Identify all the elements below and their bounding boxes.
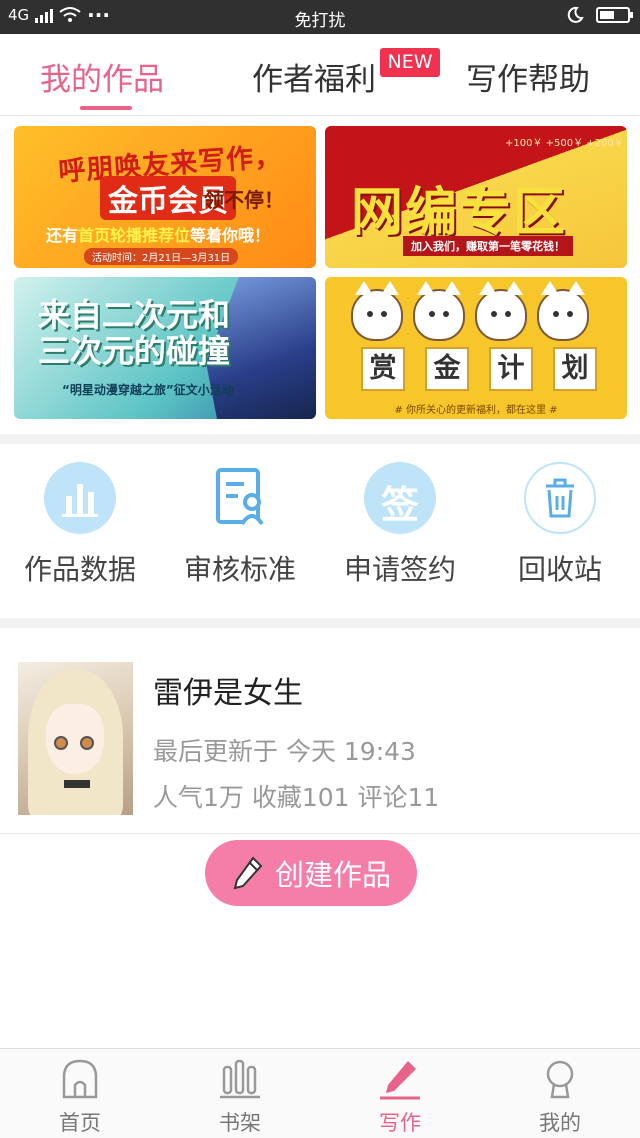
create-work-button[interactable]: 创建作品	[205, 840, 417, 906]
moon-icon	[567, 6, 584, 23]
bounty-char: 金	[425, 347, 469, 391]
action-recycle-bin[interactable]: 回收站	[480, 462, 640, 592]
bounty-char: 赏	[361, 347, 405, 391]
trash-icon	[524, 462, 596, 534]
book-stats: 人气1万 收藏101 评论11	[153, 783, 440, 812]
nav-bookshelf[interactable]: 书架	[160, 1057, 320, 1137]
nav-label: 写作	[379, 1111, 421, 1135]
pencil-icon	[233, 856, 263, 890]
book-title: 雷伊是女生	[153, 676, 303, 711]
banner-bounty-plan[interactable]: 赏 金 计 划 # 你所关心的更新福利，都在这里 #	[325, 277, 627, 419]
action-apply-contract[interactable]: 签 申请签约	[320, 462, 480, 592]
banner-subtitle: “明星动漫穿越之旅”征文小活动	[62, 383, 234, 397]
banner-subtitle: 加入我们，赚取第一笔零花钱！	[403, 236, 573, 256]
profile-icon	[538, 1057, 582, 1101]
banner-text-pre: 还有	[46, 226, 79, 245]
sign-icon-glyph: 签	[380, 483, 419, 527]
banner-dimension-collision[interactable]: 来自二次元和 三次元的碰撞 “明星动漫穿越之旅”征文小活动	[14, 277, 316, 419]
action-works-data[interactable]: 作品数据	[0, 462, 160, 592]
section-divider	[0, 618, 640, 628]
cat-icon	[413, 281, 465, 341]
tab-author-benefits[interactable]: 作者福利	[252, 54, 376, 99]
status-right	[566, 6, 633, 24]
create-work-label: 创建作品	[274, 858, 391, 892]
cats-illustration	[351, 281, 589, 341]
dnd-text: 免打扰	[294, 11, 346, 31]
nav-home[interactable]: 首页	[0, 1057, 160, 1137]
bounty-title: 赏 金 计 划	[361, 347, 597, 391]
banner-text-post: 等着你哦！	[190, 226, 271, 245]
banner-invite-friends[interactable]: 呼朋唤友来写作， 金币会员 领不停！ 还有首页轮播推荐位等着你哦！ 活动时间：2…	[14, 126, 316, 268]
document-icon	[204, 462, 276, 534]
section-divider	[0, 434, 640, 444]
nav-profile[interactable]: 我的	[480, 1057, 640, 1137]
banner-title: 来自二次元和 三次元的碰撞	[38, 297, 230, 369]
active-tab-indicator	[80, 106, 132, 110]
banner-text: 领不停！	[204, 188, 284, 212]
cat-icon	[475, 281, 527, 341]
cat-icon	[351, 281, 403, 341]
battery-icon	[596, 7, 633, 23]
tab-my-works[interactable]: 我的作品	[40, 54, 164, 99]
top-tabs: 我的作品 作者福利 NEW 写作帮助	[0, 34, 640, 116]
action-label: 审核标准	[183, 553, 296, 586]
banner-text: 还有首页轮播推荐位等着你哦！	[46, 222, 270, 246]
book-updated: 最后更新于 今天 19:43	[153, 737, 416, 766]
action-label: 作品数据	[23, 553, 136, 586]
nav-label: 首页	[59, 1111, 101, 1135]
pen-icon	[378, 1057, 422, 1101]
book-cover-image	[18, 662, 133, 815]
nav-label: 我的	[539, 1111, 581, 1135]
book-item[interactable]: 雷伊是女生 最后更新于 今天 19:43 人气1万 收藏101 评论11	[0, 648, 640, 834]
banner-title: 网编专区	[351, 183, 568, 243]
cat-icon	[537, 281, 589, 341]
nav-label: 书架	[219, 1111, 261, 1135]
bounty-char: 计	[489, 347, 533, 391]
bounty-char: 划	[553, 347, 597, 391]
action-review-standards[interactable]: 审核标准	[160, 462, 320, 592]
banner-editor-zone[interactable]: +100￥ +500￥ +200￥ 网编专区 加入我们，赚取第一笔零花钱！	[325, 126, 627, 268]
banner-title-line: 三次元的碰撞	[38, 332, 231, 370]
sign-icon: 签	[364, 462, 436, 534]
bookshelf-icon	[218, 1057, 262, 1101]
banner-subtitle: # 你所关心的更新福利，都在这里 #	[394, 405, 558, 416]
home-icon	[58, 1057, 102, 1101]
tab-writing-help[interactable]: 写作帮助	[466, 54, 590, 99]
banner-title-line: 来自二次元和	[38, 296, 231, 334]
action-label: 申请签约	[343, 553, 456, 586]
bottom-nav: 首页 书架 写作 我的	[0, 1048, 640, 1138]
banner-text-highlight: 首页轮播推荐位	[78, 226, 191, 245]
new-badge: NEW	[380, 48, 440, 77]
nav-write[interactable]: 写作	[320, 1057, 480, 1137]
banner-amounts: +100￥ +500￥ +200￥	[505, 138, 624, 149]
action-label: 回收站	[517, 553, 602, 586]
banner-date: 活动时间：2月21日—3月31日	[84, 248, 239, 265]
status-bar: 4G ··· 免打扰	[0, 0, 640, 34]
bar-chart-icon	[44, 462, 116, 534]
